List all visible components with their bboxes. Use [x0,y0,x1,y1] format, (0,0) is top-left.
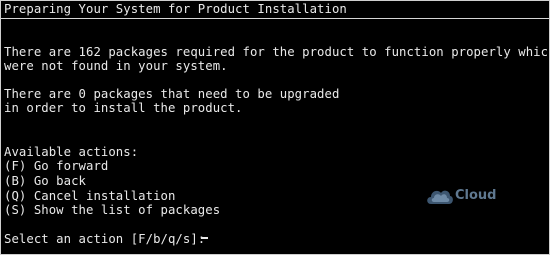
cloud-watermark: Cloud [425,185,499,211]
terminal-screen: Preparing Your System for Product Instal… [0,0,550,255]
actions-header: Available actions: [4,145,139,159]
upgrade-packages-line-1: There are 0 packages that need to be upg… [4,87,340,101]
action-show-packages[interactable]: (S) Show the list of packages [4,203,220,217]
watermark-brand: Cloud [455,188,497,203]
upgrade-packages-line-2: in order to install the product. [4,101,243,115]
text-cursor [201,237,208,239]
action-go-back[interactable]: (B) Go back [4,174,86,188]
cloud-logo-icon [427,190,453,204]
title-divider [1,18,549,19]
action-cancel-installation[interactable]: (Q) Cancel installation [4,189,175,203]
screen-title: Preparing Your System for Product Instal… [4,2,347,16]
action-go-forward[interactable]: (F) Go forward [4,159,108,173]
action-prompt[interactable]: Select an action [F/b/q/s]: [4,232,205,246]
missing-packages-line-2: were not found in your system. [4,59,228,73]
missing-packages-line-1: There are 162 packages required for the … [4,45,550,59]
